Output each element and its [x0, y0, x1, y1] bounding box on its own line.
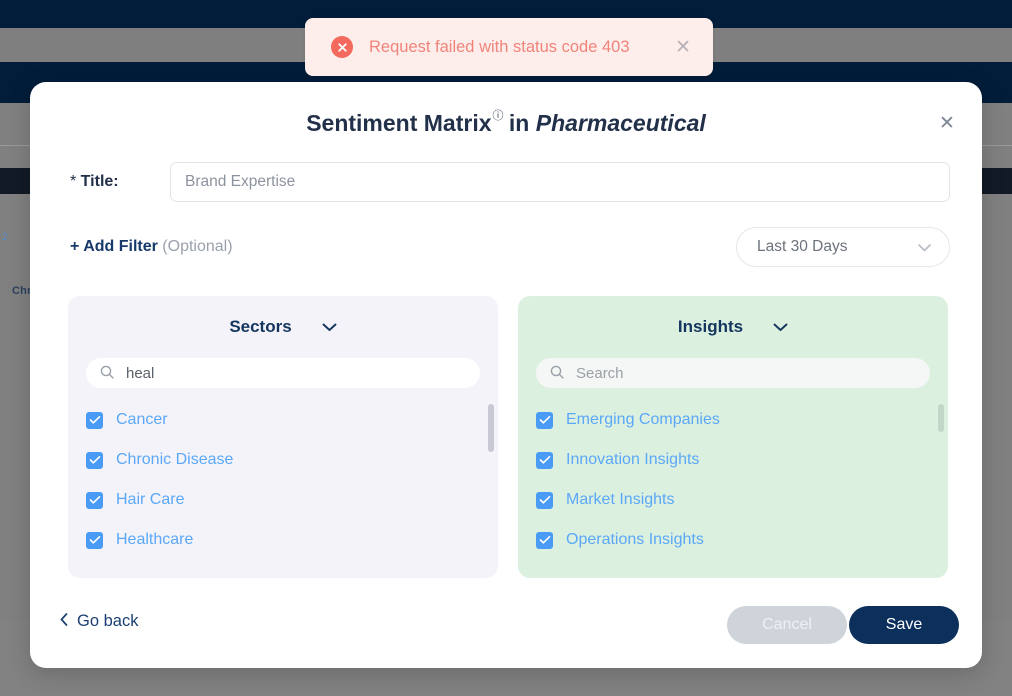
- list-item[interactable]: Operations Insights: [536, 520, 942, 560]
- list-item-label: Hair Care: [116, 491, 184, 509]
- list-item[interactable]: Hair Care: [86, 480, 492, 520]
- list-item[interactable]: Market Insights: [536, 480, 942, 520]
- go-back-label: Go back: [77, 612, 138, 631]
- background-axis-tick: 2: [2, 232, 8, 243]
- list-item-label: Healthcare: [116, 531, 193, 549]
- dialog-title-context: Pharmaceutical: [536, 110, 706, 136]
- date-range-select[interactable]: Last 30 Days: [736, 227, 950, 267]
- checkbox-checked-icon[interactable]: [536, 452, 553, 469]
- scrollbar-thumb[interactable]: [488, 404, 494, 452]
- insights-search-wrap: [536, 358, 930, 388]
- chevron-down-icon: [773, 319, 788, 335]
- dialog-title-connector: in: [503, 110, 536, 136]
- dialog-title-main: Sentiment Matrix: [306, 110, 491, 136]
- title-input[interactable]: [170, 162, 950, 202]
- checkbox-checked-icon[interactable]: [86, 492, 103, 509]
- checkbox-checked-icon[interactable]: [86, 412, 103, 429]
- list-item-label: Cancer: [116, 411, 168, 429]
- title-field-row: * Title:: [70, 162, 950, 202]
- list-item-label: Emerging Companies: [566, 411, 720, 429]
- add-filter-button[interactable]: + Add Filter (Optional): [70, 238, 233, 256]
- add-filter-optional-label: (Optional): [158, 238, 233, 255]
- filter-row: + Add Filter (Optional) Last 30 Days: [70, 224, 950, 270]
- toast-close-icon[interactable]: ✕: [675, 38, 691, 57]
- list-item-label: Chronic Disease: [116, 451, 233, 469]
- sectors-scrollbar[interactable]: [488, 400, 494, 576]
- insights-scrollbar[interactable]: [938, 400, 944, 576]
- list-item[interactable]: Emerging Companies: [536, 400, 942, 440]
- date-range-value: Last 30 Days: [757, 238, 847, 256]
- chevron-down-icon: [918, 240, 931, 255]
- list-item-label: Operations Insights: [566, 531, 704, 549]
- selection-panels: Sectors: [68, 296, 948, 578]
- sectors-search-wrap: [86, 358, 480, 388]
- checkbox-checked-icon[interactable]: [536, 412, 553, 429]
- list-item[interactable]: Chronic Disease: [86, 440, 492, 480]
- checkbox-checked-icon[interactable]: [86, 532, 103, 549]
- dialog-close-icon[interactable]: ✕: [934, 110, 960, 136]
- insights-option-list: Emerging Companies Innovation Insights M…: [518, 400, 948, 576]
- list-item[interactable]: Innovation Insights: [536, 440, 942, 480]
- add-filter-label: + Add Filter: [70, 238, 158, 255]
- cancel-button[interactable]: Cancel: [727, 606, 847, 644]
- error-circle-icon: [331, 36, 353, 58]
- list-item[interactable]: Healthcare: [86, 520, 492, 560]
- insights-search-input[interactable]: [574, 364, 916, 383]
- insights-panel: Insights: [518, 296, 948, 578]
- dialog-title: Sentiment Matrixⓘ in Pharmaceutical: [30, 110, 982, 137]
- sectors-search-input[interactable]: [124, 364, 466, 383]
- title-label-text: Title:: [76, 173, 118, 190]
- sectors-panel-title: Sectors: [229, 317, 291, 337]
- checkbox-checked-icon[interactable]: [86, 452, 103, 469]
- dialog-footer: Go back Cancel Save: [30, 582, 982, 668]
- checkbox-checked-icon[interactable]: [536, 492, 553, 509]
- chevron-down-icon: [322, 319, 337, 335]
- sectors-panel-header[interactable]: Sectors: [68, 296, 498, 358]
- title-field-label: * Title:: [70, 173, 170, 191]
- insights-panel-title: Insights: [678, 317, 743, 337]
- list-item-label: Innovation Insights: [566, 451, 699, 469]
- info-icon[interactable]: ⓘ: [493, 110, 504, 122]
- sentiment-matrix-dialog: ✕ Sentiment Matrixⓘ in Pharmaceutical * …: [30, 82, 982, 668]
- background-chart-label: Chr: [12, 285, 32, 297]
- go-back-button[interactable]: Go back: [60, 612, 138, 631]
- checkbox-checked-icon[interactable]: [536, 532, 553, 549]
- list-item[interactable]: Cancer: [86, 400, 492, 440]
- search-icon: [100, 365, 114, 381]
- sectors-panel: Sectors: [68, 296, 498, 578]
- error-toast: Request failed with status code 403 ✕: [305, 18, 713, 76]
- save-button[interactable]: Save: [849, 606, 959, 644]
- error-toast-message: Request failed with status code 403: [369, 38, 675, 57]
- search-icon: [550, 365, 564, 381]
- chevron-left-icon: [60, 613, 68, 630]
- sectors-option-list: Cancer Chronic Disease Hair Care: [68, 400, 498, 576]
- scrollbar-thumb[interactable]: [938, 404, 944, 432]
- list-item-label: Market Insights: [566, 491, 674, 509]
- insights-panel-header[interactable]: Insights: [518, 296, 948, 358]
